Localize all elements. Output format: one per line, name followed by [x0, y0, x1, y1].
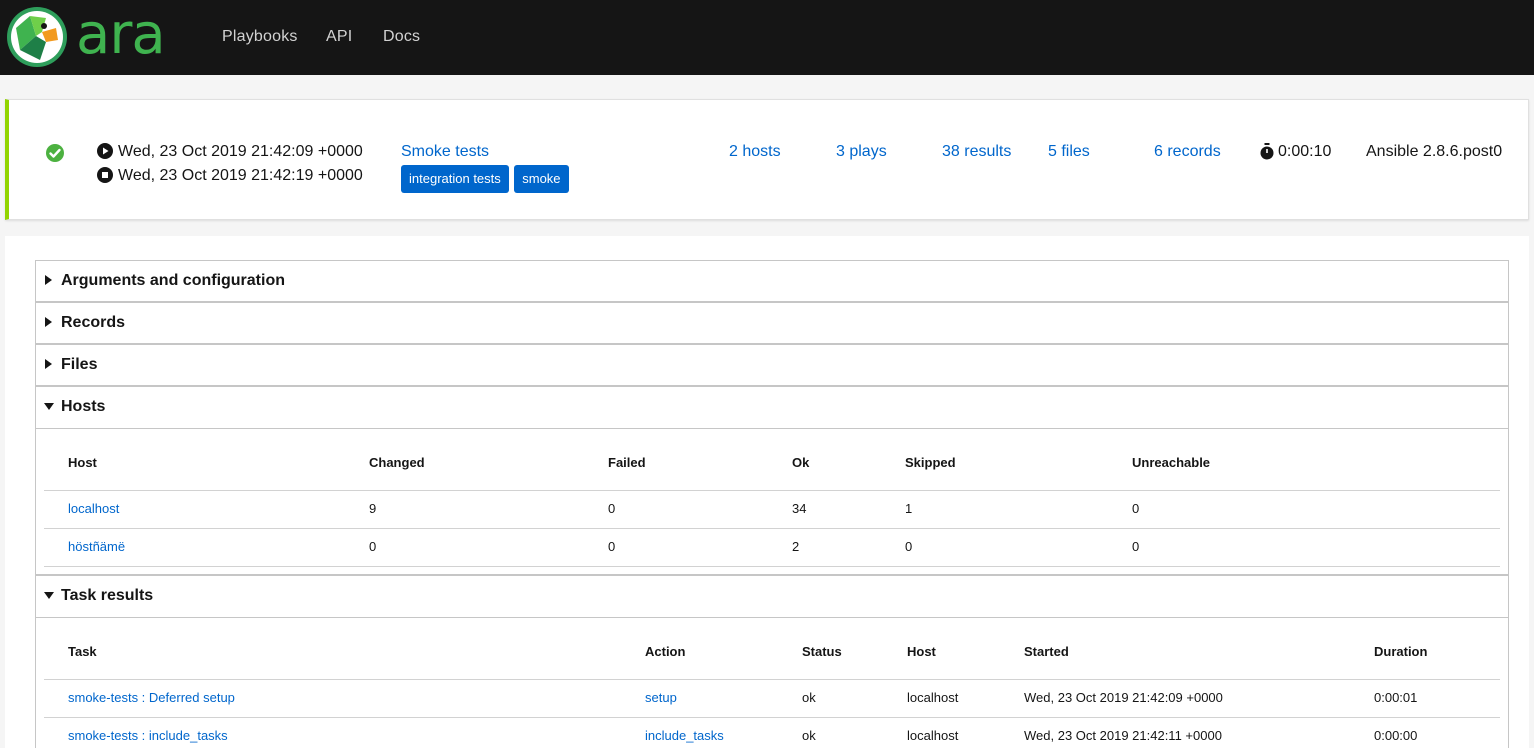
- plays-count-link[interactable]: 3 plays: [836, 143, 887, 161]
- changed-cell: 9: [369, 501, 377, 516]
- action-link[interactable]: include_tasks: [645, 728, 724, 743]
- label-integration-tests[interactable]: integration tests: [401, 165, 509, 193]
- section-records-title: Records: [61, 314, 126, 331]
- ara-logo-text[interactable]: ara: [76, 2, 166, 68]
- stop-circle-icon: [97, 167, 113, 188]
- table-divider: [44, 490, 1500, 491]
- records-count-link[interactable]: 6 records: [1154, 143, 1221, 161]
- section-task-results-toggle[interactable]: Task results: [36, 576, 1508, 617]
- results-col-action[interactable]: Action: [645, 644, 685, 659]
- playbook-name-link[interactable]: Smoke tests: [401, 143, 489, 161]
- host-cell: localhost: [907, 690, 959, 705]
- caret-down-icon: [44, 592, 54, 599]
- hosts-col-changed[interactable]: Changed: [369, 455, 425, 470]
- hosts-col-host[interactable]: Host: [68, 455, 97, 470]
- playbook-labels: integration tests smoke: [401, 165, 569, 193]
- skipped-cell: 1: [905, 501, 913, 516]
- section-hosts: Hosts Host Changed Failed Ok Skipped Unr…: [35, 386, 1509, 575]
- results-col-task[interactable]: Task: [68, 644, 97, 659]
- results-col-started[interactable]: Started: [1024, 644, 1069, 659]
- section-hosts-toggle[interactable]: Hosts: [36, 387, 1508, 428]
- status-cell: ok: [802, 728, 816, 743]
- unreachable-cell: 0: [1132, 501, 1140, 516]
- label-smoke[interactable]: smoke: [514, 165, 569, 193]
- failed-cell: 0: [608, 539, 616, 554]
- hosts-count-link[interactable]: 2 hosts: [729, 143, 781, 161]
- section-files-title: Files: [61, 356, 98, 373]
- section-arguments-toggle[interactable]: Arguments and configuration: [36, 261, 1508, 302]
- started-cell: Wed, 23 Oct 2019 21:42:11 +0000: [1024, 728, 1222, 743]
- ok-cell: 2: [792, 539, 800, 554]
- section-hosts-title: Hosts: [61, 398, 106, 415]
- stopwatch-icon: [1260, 143, 1274, 165]
- section-task-results-title: Task results: [61, 587, 154, 604]
- duration-cell: 0:00:00: [1374, 728, 1418, 743]
- play-circle-icon: [97, 143, 113, 164]
- ok-cell: 34: [792, 501, 807, 516]
- skipped-cell: 0: [905, 539, 913, 554]
- ansible-version: Ansible 2.8.6.post0: [1366, 143, 1503, 160]
- table-divider: [44, 679, 1500, 680]
- results-col-status[interactable]: Status: [802, 644, 842, 659]
- task-link[interactable]: smoke-tests : Deferred setup: [68, 690, 235, 705]
- status-cell: ok: [802, 690, 816, 705]
- results-col-host[interactable]: Host: [907, 644, 936, 659]
- results-count-link[interactable]: 38 results: [942, 143, 1011, 161]
- files-count-link[interactable]: 5 files: [1048, 143, 1090, 161]
- failed-cell: 0: [608, 501, 616, 516]
- section-arguments: Arguments and configuration: [35, 260, 1509, 302]
- playbook-details-panel: Arguments and configuration Records File…: [5, 236, 1529, 748]
- unreachable-cell: 0: [1132, 539, 1140, 554]
- section-task-results: Task results Task Action Status Host Sta…: [35, 575, 1509, 748]
- hosts-col-unreachable[interactable]: Unreachable: [1132, 455, 1210, 470]
- host-link[interactable]: höstñämë: [68, 539, 125, 554]
- section-records-toggle[interactable]: Records: [36, 303, 1508, 344]
- started-cell: Wed, 23 Oct 2019 21:42:09 +0000: [1024, 690, 1223, 705]
- host-link[interactable]: localhost: [68, 501, 119, 516]
- nav-docs[interactable]: Docs: [383, 28, 420, 46]
- section-files-toggle[interactable]: Files: [36, 345, 1508, 386]
- playbook-ended: Wed, 23 Oct 2019 21:42:19 +0000: [118, 167, 363, 184]
- section-arguments-title: Arguments and configuration: [61, 272, 285, 289]
- results-col-duration[interactable]: Duration: [1374, 644, 1427, 659]
- caret-right-icon: [45, 359, 52, 369]
- check-circle-icon: [46, 144, 64, 167]
- action-link[interactable]: setup: [645, 690, 677, 705]
- changed-cell: 0: [369, 539, 377, 554]
- hosts-table: Host Changed Failed Ok Skipped Unreachab…: [36, 428, 1508, 574]
- task-results-table: Task Action Status Host Started Duration…: [36, 617, 1508, 748]
- hosts-col-failed[interactable]: Failed: [608, 455, 646, 470]
- playbook-duration: 0:00:10: [1278, 143, 1332, 160]
- caret-right-icon: [45, 275, 52, 285]
- caret-down-icon: [44, 403, 54, 410]
- playbook-summary-card: Wed, 23 Oct 2019 21:42:09 +0000 Wed, 23 …: [5, 99, 1529, 220]
- duration-cell: 0:00:01: [1374, 690, 1418, 705]
- task-link[interactable]: smoke-tests : include_tasks: [68, 728, 228, 743]
- top-navbar: ara Playbooks API Docs: [0, 0, 1534, 75]
- nav-api[interactable]: API: [326, 28, 352, 46]
- table-divider: [44, 566, 1500, 567]
- table-divider: [44, 717, 1500, 718]
- host-cell: localhost: [907, 728, 959, 743]
- section-files: Files: [35, 344, 1509, 386]
- hosts-col-skipped[interactable]: Skipped: [905, 455, 956, 470]
- hosts-col-ok[interactable]: Ok: [792, 455, 809, 470]
- table-divider: [44, 528, 1500, 529]
- playbook-started: Wed, 23 Oct 2019 21:42:09 +0000: [118, 143, 363, 160]
- ara-parrot-logo-icon[interactable]: [6, 6, 68, 68]
- caret-right-icon: [45, 317, 52, 327]
- nav-playbooks[interactable]: Playbooks: [222, 28, 298, 46]
- section-records: Records: [35, 302, 1509, 344]
